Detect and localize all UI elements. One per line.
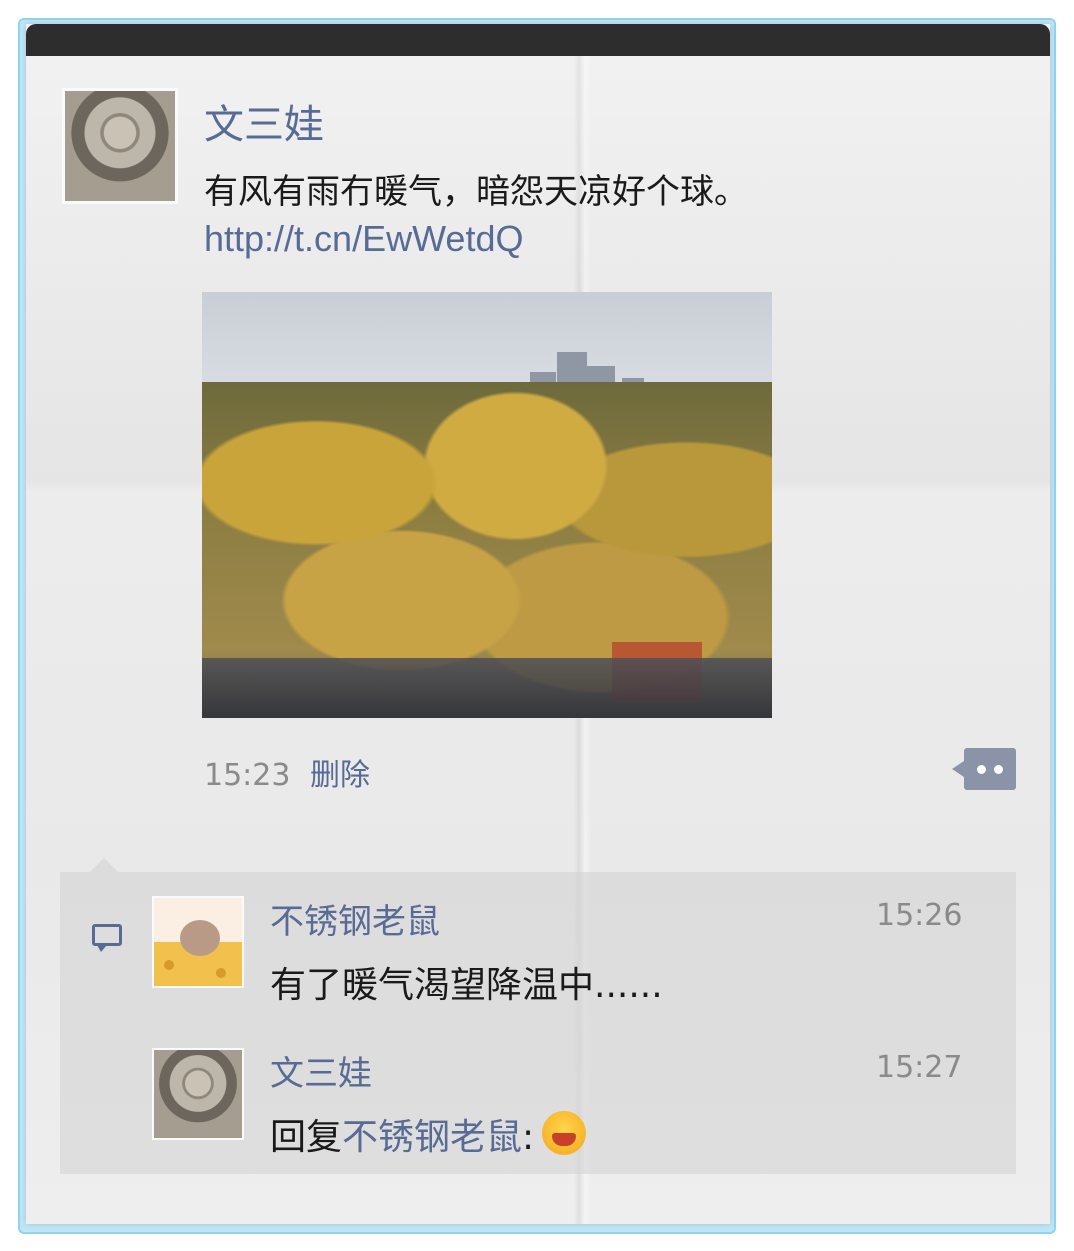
angry-laugh-emoji — [542, 1111, 587, 1155]
more-dots-icon[interactable] — [952, 748, 1016, 790]
cheese-hole — [164, 960, 174, 970]
commenter-avatar[interactable] — [152, 1048, 244, 1140]
more-dot — [994, 765, 1003, 774]
comment-text[interactable]: 有了暖气渴望降温中...... — [270, 956, 663, 1008]
comment-bubble-icon — [92, 924, 122, 952]
comment-time: 15:27 — [876, 1050, 963, 1085]
delete-button[interactable]: 删除 — [310, 758, 370, 793]
author-avatar[interactable] — [62, 88, 178, 204]
post-photo[interactable] — [202, 292, 772, 718]
comment-time: 15:26 — [876, 898, 963, 933]
post-time: 15:23 — [204, 758, 291, 793]
post-author-name[interactable]: 文三娃 — [204, 92, 324, 150]
reply-separator: : — [522, 1117, 535, 1158]
post-link[interactable]: http://t.cn/EwWetdQ — [204, 218, 523, 260]
avatar-face — [180, 920, 220, 956]
more-dot — [977, 765, 986, 774]
comment-author-name[interactable]: 不锈钢老鼠 — [270, 894, 440, 943]
photo-sky — [202, 292, 772, 392]
reply-target-name[interactable]: 不锈钢老鼠 — [342, 1117, 522, 1158]
comment-text[interactable]: 回复不锈钢老鼠: — [270, 1108, 587, 1160]
commenter-avatar[interactable] — [152, 896, 244, 988]
photo-fence — [202, 658, 772, 718]
cheese-hole — [216, 968, 226, 978]
comment-author-name[interactable]: 文三娃 — [270, 1046, 372, 1095]
post-text: 有风有雨冇暖气，暗怨天凉好个球。 — [204, 172, 748, 212]
top-bar — [26, 24, 1050, 56]
reply-prefix: 回复 — [270, 1117, 343, 1158]
post-meta: 15:23 删除 — [204, 750, 370, 794]
